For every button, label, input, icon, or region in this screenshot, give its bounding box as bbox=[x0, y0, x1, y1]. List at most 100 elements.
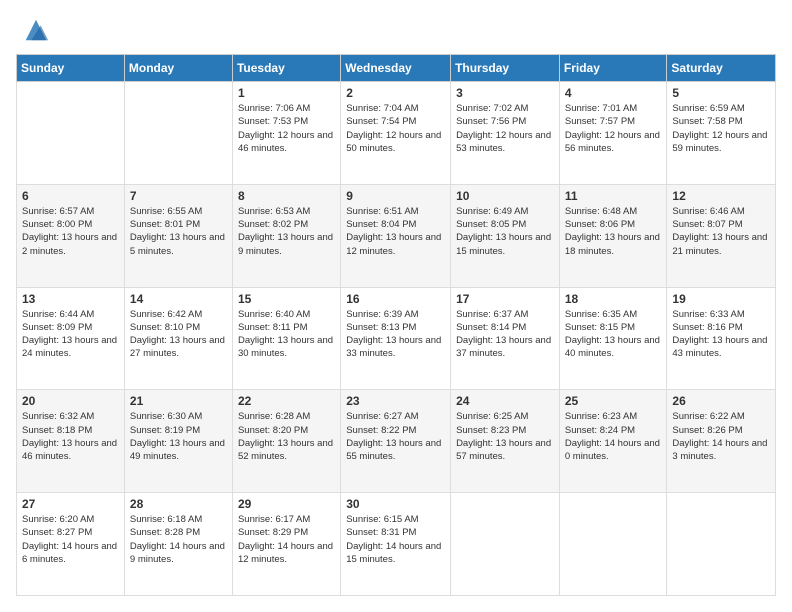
day-detail: Sunrise: 6:27 AMSunset: 8:22 PMDaylight:… bbox=[346, 410, 445, 463]
day-detail: Sunrise: 6:39 AMSunset: 8:13 PMDaylight:… bbox=[346, 308, 445, 361]
day-number: 1 bbox=[238, 86, 335, 100]
calendar-cell: 15Sunrise: 6:40 AMSunset: 8:11 PMDayligh… bbox=[232, 287, 340, 390]
day-detail: Sunrise: 6:48 AMSunset: 8:06 PMDaylight:… bbox=[565, 205, 662, 258]
header-cell-saturday: Saturday bbox=[667, 55, 776, 82]
day-number: 24 bbox=[456, 394, 554, 408]
calendar-cell: 29 Sunrise: 6:17 AMSunset: 8:29 PMDayligh… bbox=[232, 493, 340, 596]
day-detail: Sunrise: 6:42 AMSunset: 8:10 PMDaylight:… bbox=[130, 308, 227, 361]
day-number: 26 bbox=[672, 394, 770, 408]
calendar-week-1: 6 Sunrise: 6:57 AMSunset: 8:00 PMDaylight… bbox=[17, 184, 776, 287]
calendar-cell: 11 Sunrise: 6:48 AMSunset: 8:06 PMDayligh… bbox=[559, 184, 667, 287]
day-detail: Sunrise: 6:49 AMSunset: 8:05 PMDaylight:… bbox=[456, 205, 554, 258]
day-detail: Sunrise: 6:59 AMSunset: 7:58 PMDaylight:… bbox=[672, 102, 770, 155]
header-cell-thursday: Thursday bbox=[451, 55, 560, 82]
day-number: 17 bbox=[456, 292, 554, 306]
day-detail: Sunrise: 6:28 AMSunset: 8:20 PMDaylight:… bbox=[238, 410, 335, 463]
calendar-week-0: 1 Sunrise: 7:06 AMSunset: 7:53 PMDaylight… bbox=[17, 82, 776, 185]
day-number: 27 bbox=[22, 497, 119, 511]
calendar-cell bbox=[124, 82, 232, 185]
calendar-cell: 20 Sunrise: 6:32 AMSunset: 8:18 PMDayligh… bbox=[17, 390, 125, 493]
calendar-cell: 4 Sunrise: 7:01 AMSunset: 7:57 PMDaylight… bbox=[559, 82, 667, 185]
day-number: 10 bbox=[456, 189, 554, 203]
calendar-cell: 24 Sunrise: 6:25 AMSunset: 8:23 PMDayligh… bbox=[451, 390, 560, 493]
day-detail: Sunrise: 6:32 AMSunset: 8:18 PMDaylight:… bbox=[22, 410, 119, 463]
calendar-table: SundayMondayTuesdayWednesdayThursdayFrid… bbox=[16, 54, 776, 596]
calendar-week-4: 27 Sunrise: 6:20 AMSunset: 8:27 PMDayligh… bbox=[17, 493, 776, 596]
calendar-cell: 16 Sunrise: 6:39 AMSunset: 8:13 PMDayligh… bbox=[341, 287, 451, 390]
calendar-cell bbox=[559, 493, 667, 596]
header bbox=[16, 16, 776, 44]
day-detail: Sunrise: 6:44 AMSunset: 8:09 PMDaylight:… bbox=[22, 308, 119, 361]
day-detail: Sunrise: 6:37 AMSunset: 8:14 PMDaylight:… bbox=[456, 308, 554, 361]
calendar-cell: 12Sunrise: 6:46 AMSunset: 8:07 PMDayligh… bbox=[667, 184, 776, 287]
day-detail: Sunrise: 6:15 AMSunset: 8:31 PMDaylight:… bbox=[346, 513, 445, 566]
logo-icon bbox=[22, 16, 50, 44]
day-detail: Sunrise: 6:30 AMSunset: 8:19 PMDaylight:… bbox=[130, 410, 227, 463]
header-cell-wednesday: Wednesday bbox=[341, 55, 451, 82]
day-detail: Sunrise: 6:23 AMSunset: 8:24 PMDaylight:… bbox=[565, 410, 662, 463]
calendar-cell bbox=[451, 493, 560, 596]
day-detail: Sunrise: 6:35 AMSunset: 8:15 PMDaylight:… bbox=[565, 308, 662, 361]
day-number: 28 bbox=[130, 497, 227, 511]
calendar-cell: 13 Sunrise: 6:44 AMSunset: 8:09 PMDayligh… bbox=[17, 287, 125, 390]
calendar-header: SundayMondayTuesdayWednesdayThursdayFrid… bbox=[17, 55, 776, 82]
day-number: 20 bbox=[22, 394, 119, 408]
day-number: 30 bbox=[346, 497, 445, 511]
calendar-cell: 2 Sunrise: 7:04 AMSunset: 7:54 PMDaylight… bbox=[341, 82, 451, 185]
day-detail: Sunrise: 6:20 AMSunset: 8:27 PMDaylight:… bbox=[22, 513, 119, 566]
calendar-cell: 23 Sunrise: 6:27 AMSunset: 8:22 PMDayligh… bbox=[341, 390, 451, 493]
calendar-cell: 7Sunrise: 6:55 AMSunset: 8:01 PMDaylight… bbox=[124, 184, 232, 287]
day-detail: Sunrise: 6:17 AMSunset: 8:29 PMDaylight:… bbox=[238, 513, 335, 566]
day-number: 5 bbox=[672, 86, 770, 100]
calendar-cell: 5 Sunrise: 6:59 AMSunset: 7:58 PMDaylight… bbox=[667, 82, 776, 185]
calendar-cell: 25 Sunrise: 6:23 AMSunset: 8:24 PMDayligh… bbox=[559, 390, 667, 493]
calendar-cell bbox=[17, 82, 125, 185]
day-detail: Sunrise: 7:01 AMSunset: 7:57 PMDaylight:… bbox=[565, 102, 662, 155]
day-number: 12 bbox=[672, 189, 770, 203]
calendar-cell: 1 Sunrise: 7:06 AMSunset: 7:53 PMDaylight… bbox=[232, 82, 340, 185]
day-number: 4 bbox=[565, 86, 662, 100]
calendar-cell: 9 Sunrise: 6:51 AMSunset: 8:04 PMDaylight… bbox=[341, 184, 451, 287]
calendar-cell: 30 Sunrise: 6:15 AMSunset: 8:31 PMDayligh… bbox=[341, 493, 451, 596]
day-number: 9 bbox=[346, 189, 445, 203]
calendar-body: 1 Sunrise: 7:06 AMSunset: 7:53 PMDaylight… bbox=[17, 82, 776, 596]
day-number: 8 bbox=[238, 189, 335, 203]
header-row: SundayMondayTuesdayWednesdayThursdayFrid… bbox=[17, 55, 776, 82]
day-detail: Sunrise: 7:06 AMSunset: 7:53 PMDaylight:… bbox=[238, 102, 335, 155]
day-number: 6 bbox=[22, 189, 119, 203]
day-detail: Sunrise: 6:18 AMSunset: 8:28 PMDaylight:… bbox=[130, 513, 227, 566]
day-number: 21 bbox=[130, 394, 227, 408]
calendar-cell: 6 Sunrise: 6:57 AMSunset: 8:00 PMDaylight… bbox=[17, 184, 125, 287]
header-cell-monday: Monday bbox=[124, 55, 232, 82]
calendar-cell: 8 Sunrise: 6:53 AMSunset: 8:02 PMDaylight… bbox=[232, 184, 340, 287]
day-number: 7 bbox=[130, 189, 227, 203]
day-detail: Sunrise: 6:40 AMSunset: 8:11 PMDaylight:… bbox=[238, 308, 335, 361]
day-number: 13 bbox=[22, 292, 119, 306]
day-detail: Sunrise: 6:25 AMSunset: 8:23 PMDaylight:… bbox=[456, 410, 554, 463]
day-number: 16 bbox=[346, 292, 445, 306]
day-detail: Sunrise: 6:57 AMSunset: 8:00 PMDaylight:… bbox=[22, 205, 119, 258]
calendar-cell bbox=[667, 493, 776, 596]
calendar-cell: 22 Sunrise: 6:28 AMSunset: 8:20 PMDayligh… bbox=[232, 390, 340, 493]
day-number: 23 bbox=[346, 394, 445, 408]
day-number: 11 bbox=[565, 189, 662, 203]
day-detail: Sunrise: 6:53 AMSunset: 8:02 PMDaylight:… bbox=[238, 205, 335, 258]
page: SundayMondayTuesdayWednesdayThursdayFrid… bbox=[0, 0, 792, 612]
calendar-cell: 21 Sunrise: 6:30 AMSunset: 8:19 PMDayligh… bbox=[124, 390, 232, 493]
header-cell-friday: Friday bbox=[559, 55, 667, 82]
calendar-cell: 26Sunrise: 6:22 AMSunset: 8:26 PMDayligh… bbox=[667, 390, 776, 493]
day-number: 25 bbox=[565, 394, 662, 408]
day-detail: Sunrise: 7:04 AMSunset: 7:54 PMDaylight:… bbox=[346, 102, 445, 155]
calendar-cell: 17 Sunrise: 6:37 AMSunset: 8:14 PMDayligh… bbox=[451, 287, 560, 390]
calendar-week-2: 13 Sunrise: 6:44 AMSunset: 8:09 PMDayligh… bbox=[17, 287, 776, 390]
day-detail: Sunrise: 6:51 AMSunset: 8:04 PMDaylight:… bbox=[346, 205, 445, 258]
day-number: 2 bbox=[346, 86, 445, 100]
calendar-week-3: 20 Sunrise: 6:32 AMSunset: 8:18 PMDayligh… bbox=[17, 390, 776, 493]
calendar-cell: 27 Sunrise: 6:20 AMSunset: 8:27 PMDayligh… bbox=[17, 493, 125, 596]
calendar-cell: 10 Sunrise: 6:49 AMSunset: 8:05 PMDayligh… bbox=[451, 184, 560, 287]
calendar-cell: 19Sunrise: 6:33 AMSunset: 8:16 PMDayligh… bbox=[667, 287, 776, 390]
day-number: 29 bbox=[238, 497, 335, 511]
day-number: 22 bbox=[238, 394, 335, 408]
calendar-cell: 14Sunrise: 6:42 AMSunset: 8:10 PMDayligh… bbox=[124, 287, 232, 390]
day-detail: Sunrise: 7:02 AMSunset: 7:56 PMDaylight:… bbox=[456, 102, 554, 155]
